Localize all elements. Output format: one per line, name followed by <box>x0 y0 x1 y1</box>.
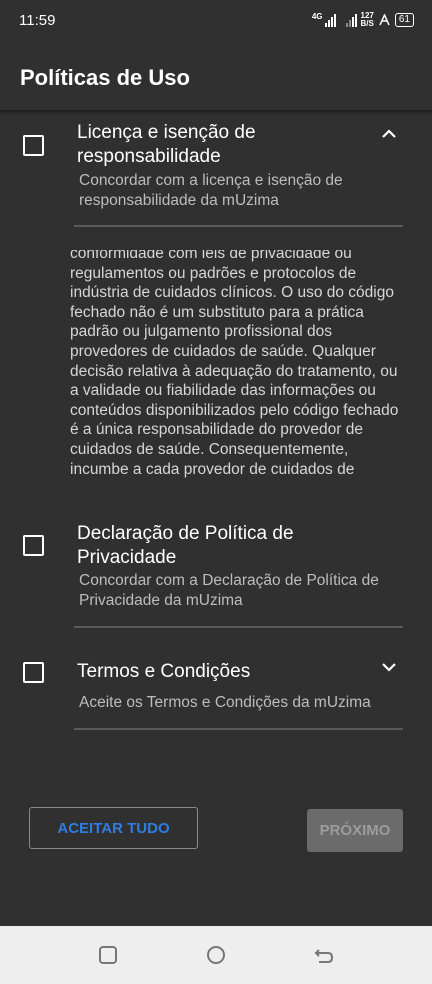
alarm-icon <box>379 14 390 26</box>
terms-subtitle: Aceite os Termos e Condições da mUzima <box>79 694 371 711</box>
status-bar: 11:59 4G 127 B/S 61 <box>0 0 432 44</box>
accept-all-button[interactable]: ACEITAR TUDO <box>29 807 198 849</box>
terms-checkbox[interactable] <box>23 662 44 683</box>
status-time: 11:59 <box>19 12 56 29</box>
home-circle-icon[interactable] <box>206 945 226 965</box>
privacy-title[interactable]: Declaração de Política de Privacidade <box>77 522 377 570</box>
terms-title[interactable]: Termos e Condições <box>77 660 377 684</box>
recents-square-icon[interactable] <box>98 945 118 965</box>
network-speed: 127 B/S <box>361 12 374 28</box>
battery-icon: 61 <box>394 13 414 27</box>
terms-divider <box>74 728 403 730</box>
chevron-down-icon[interactable] <box>379 657 399 677</box>
license-body-text: conformidade com leis de privacidade ou … <box>70 250 399 478</box>
next-button[interactable]: PRÓXIMO <box>307 809 403 852</box>
status-icons: 4G 127 B/S 61 <box>312 12 414 28</box>
policies-list: Licença e isenção de responsabilidade Co… <box>0 110 432 926</box>
privacy-checkbox[interactable] <box>23 535 44 556</box>
privacy-subtitle: Concordar com a Declaração de Política d… <box>79 572 379 609</box>
signal-icon-2 <box>345 13 357 27</box>
back-arrow-icon[interactable] <box>314 945 334 965</box>
app-bar: Políticas de Uso <box>0 44 432 110</box>
system-nav-bar <box>0 926 432 984</box>
license-divider <box>74 225 403 227</box>
battery-level: 61 <box>398 14 410 25</box>
signal-icon <box>324 13 336 27</box>
privacy-divider <box>74 626 403 628</box>
license-title[interactable]: Licença e isenção de responsabilidade <box>77 121 377 169</box>
speed-unit: B/S <box>360 19 374 28</box>
license-text-scroll[interactable]: conformidade com leis de privacidade ou … <box>70 250 410 496</box>
page-title: Políticas de Uso <box>20 65 190 90</box>
license-subtitle: Concordar com a licença e isenção de res… <box>79 172 343 209</box>
license-checkbox[interactable] <box>23 135 44 156</box>
network-type-label: 4G <box>311 12 323 21</box>
chevron-up-icon[interactable] <box>379 124 399 144</box>
